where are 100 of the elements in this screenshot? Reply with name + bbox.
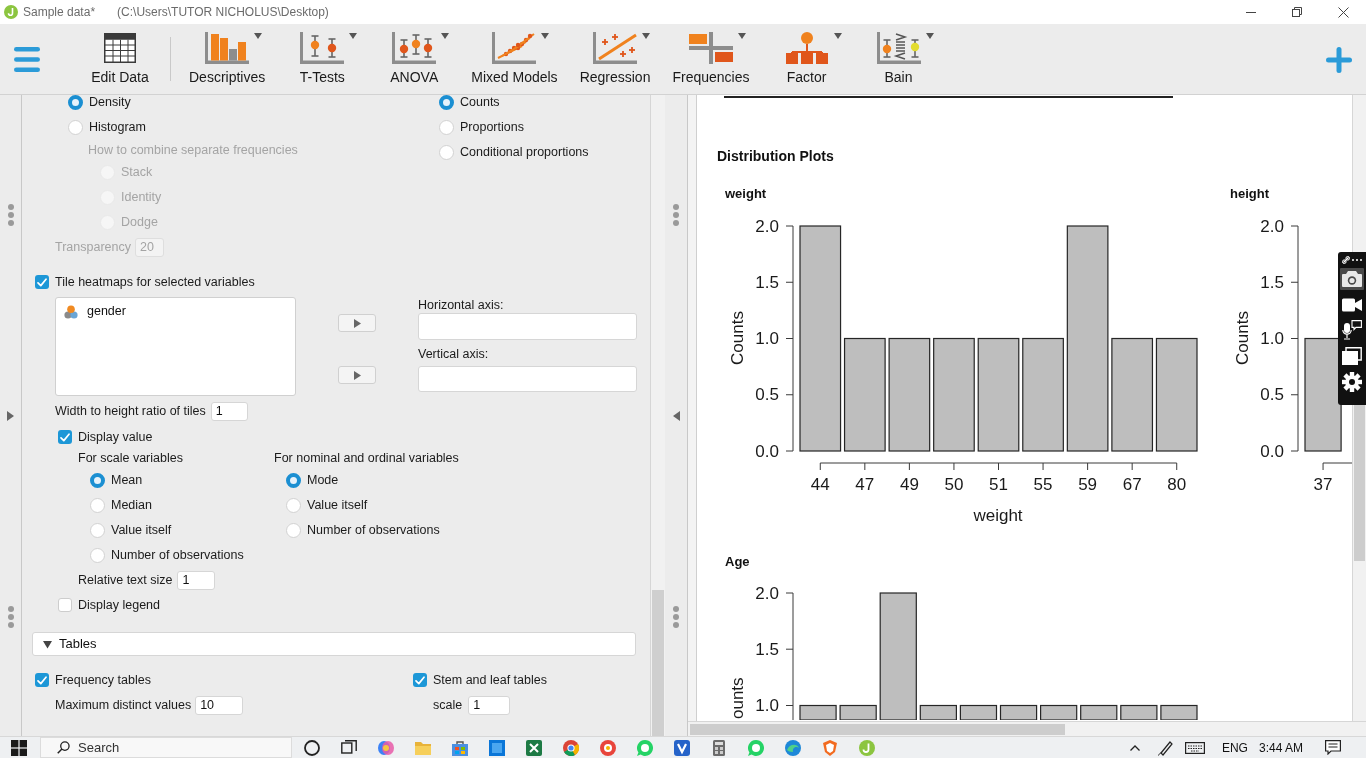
keyboard-icon[interactable] (1184, 741, 1205, 754)
scrollbar[interactable] (650, 95, 665, 736)
window-stack-icon[interactable] (340, 739, 357, 756)
axis-drop-field[interactable] (418, 366, 637, 392)
radio-label[interactable]: Value itself (307, 498, 368, 513)
checkbox-label[interactable]: Tile heatmaps for selected variables (55, 274, 255, 290)
radio-label[interactable]: Mean (111, 473, 143, 488)
radio-button[interactable] (439, 95, 454, 110)
toolbar-button[interactable]: Edit Data (74, 24, 166, 94)
restore-icon (1292, 7, 1302, 17)
assign-button[interactable] (338, 366, 376, 384)
camera-icon[interactable] (1340, 268, 1364, 290)
chat-bubble-icon[interactable] (747, 739, 764, 756)
overlapping-circles-icon[interactable] (377, 739, 394, 756)
tick-label: 51 (989, 474, 1008, 494)
radio-button[interactable] (90, 473, 105, 488)
toolbar-button[interactable]: ANOVA (368, 24, 461, 94)
stacked-windows-icon[interactable] (1342, 347, 1362, 365)
scrollbar[interactable] (688, 721, 1366, 736)
radio-label[interactable]: Number of observations (111, 548, 244, 563)
v-shape-icon[interactable] (673, 739, 690, 756)
search-field[interactable]: Search (40, 737, 292, 758)
checkbox-label[interactable]: Stem and leaf tables (433, 672, 547, 688)
square-tile-icon[interactable] (488, 739, 505, 756)
radio-label[interactable]: Proportions (460, 120, 524, 135)
checkbox[interactable] (58, 430, 72, 444)
calculator-icon[interactable] (710, 739, 727, 756)
assign-button[interactable] (338, 314, 376, 332)
link-icon[interactable] (1342, 256, 1350, 264)
toolbar-button[interactable]: Frequencies (661, 24, 761, 94)
axis-label: weight (973, 505, 1023, 525)
radio-label[interactable]: Median (111, 498, 152, 513)
checkbox-label[interactable]: Display legend (78, 597, 160, 613)
toolbar-button[interactable]: Descriptives (178, 24, 277, 94)
toolbar-button[interactable]: Mixed Models (460, 24, 569, 94)
drag-handle-icon[interactable] (7, 204, 14, 226)
radio-label[interactable]: Counts (460, 95, 500, 110)
radio-label[interactable]: Histogram (89, 120, 146, 135)
toolbar-button[interactable]: Regression (568, 24, 662, 94)
toolbar-button[interactable]: Factor (760, 24, 853, 94)
language-indicator[interactable]: ENG (1221, 738, 1248, 757)
clock-time[interactable]: 3:44 AM (1258, 738, 1303, 757)
chart-title: weight (725, 185, 768, 203)
hook-circle-icon[interactable] (858, 739, 875, 756)
tick-label: 1.5 (1260, 272, 1284, 292)
number-field[interactable]: 1 (210, 401, 248, 421)
wave-circle-icon[interactable] (784, 739, 801, 756)
radio-button[interactable] (68, 95, 83, 110)
drag-handle-icon[interactable] (673, 606, 679, 628)
axis-drop-field[interactable] (418, 313, 637, 340)
folder-icon[interactable] (414, 739, 431, 756)
comparison-chart-icon (876, 32, 921, 64)
four-squares-icon[interactable] (11, 739, 27, 756)
tick-label: 0.0 (755, 441, 779, 461)
drag-handle-icon[interactable] (673, 204, 679, 226)
section-heading: Distribution Plots (717, 148, 835, 164)
variable-item[interactable]: gender (64, 303, 295, 320)
drag-handle-icon[interactable] (7, 606, 14, 628)
radio-label[interactable]: Conditional proportions (460, 145, 589, 160)
checkbox[interactable] (35, 673, 49, 687)
checkbox[interactable] (58, 598, 72, 612)
pen-icon[interactable] (1157, 739, 1174, 756)
scrollbar-thumb[interactable] (652, 590, 664, 736)
toolbar-button[interactable]: T-Tests (276, 24, 369, 94)
number-field[interactable]: 1 (468, 695, 511, 715)
checkbox[interactable] (35, 275, 49, 289)
spreadsheet-icon[interactable] (525, 739, 542, 756)
toolbar-button[interactable]: Bain (852, 24, 945, 94)
shopping-bag-icon[interactable] (451, 739, 468, 756)
menu-button[interactable] (14, 47, 40, 72)
notification-icon[interactable] (1325, 740, 1341, 755)
triangle-left-icon[interactable] (672, 411, 680, 421)
option-label: For nominal and ordinal variables (274, 450, 459, 466)
section-header[interactable]: Tables (32, 632, 636, 656)
number-field[interactable]: 10 (195, 695, 244, 715)
checkbox-label[interactable]: Frequency tables (55, 672, 151, 688)
tick-label: 47 (855, 474, 875, 494)
radio-label[interactable]: Value itself (111, 523, 172, 538)
add-button[interactable] (1326, 47, 1352, 73)
radio-label[interactable]: Mode (307, 473, 339, 488)
video-camera-icon[interactable] (1342, 298, 1362, 312)
target-icon[interactable] (599, 739, 616, 756)
microphone-icon[interactable] (1342, 320, 1362, 340)
radio-label[interactable]: Number of observations (307, 523, 440, 538)
caret-up-icon[interactable] (1129, 744, 1140, 751)
scrollbar-thumb[interactable] (1354, 405, 1365, 561)
ring-icon[interactable] (303, 739, 320, 756)
checkbox[interactable] (413, 673, 427, 687)
radio-label[interactable]: Density (89, 95, 131, 110)
radio-button[interactable] (286, 473, 301, 488)
number-field[interactable]: 1 (177, 570, 216, 590)
settings-icon[interactable] (1342, 372, 1362, 392)
segmented-circle-icon[interactable] (562, 739, 579, 756)
scrollbar-thumb[interactable] (690, 723, 1065, 735)
triangle-right-icon[interactable] (7, 411, 14, 421)
shield-icon[interactable] (821, 739, 838, 756)
checkbox-label[interactable]: Display value (78, 429, 153, 445)
scatter-lines-icon (492, 32, 537, 64)
axis-label: ounts (727, 677, 747, 719)
chat-bubble-icon[interactable] (636, 739, 653, 756)
